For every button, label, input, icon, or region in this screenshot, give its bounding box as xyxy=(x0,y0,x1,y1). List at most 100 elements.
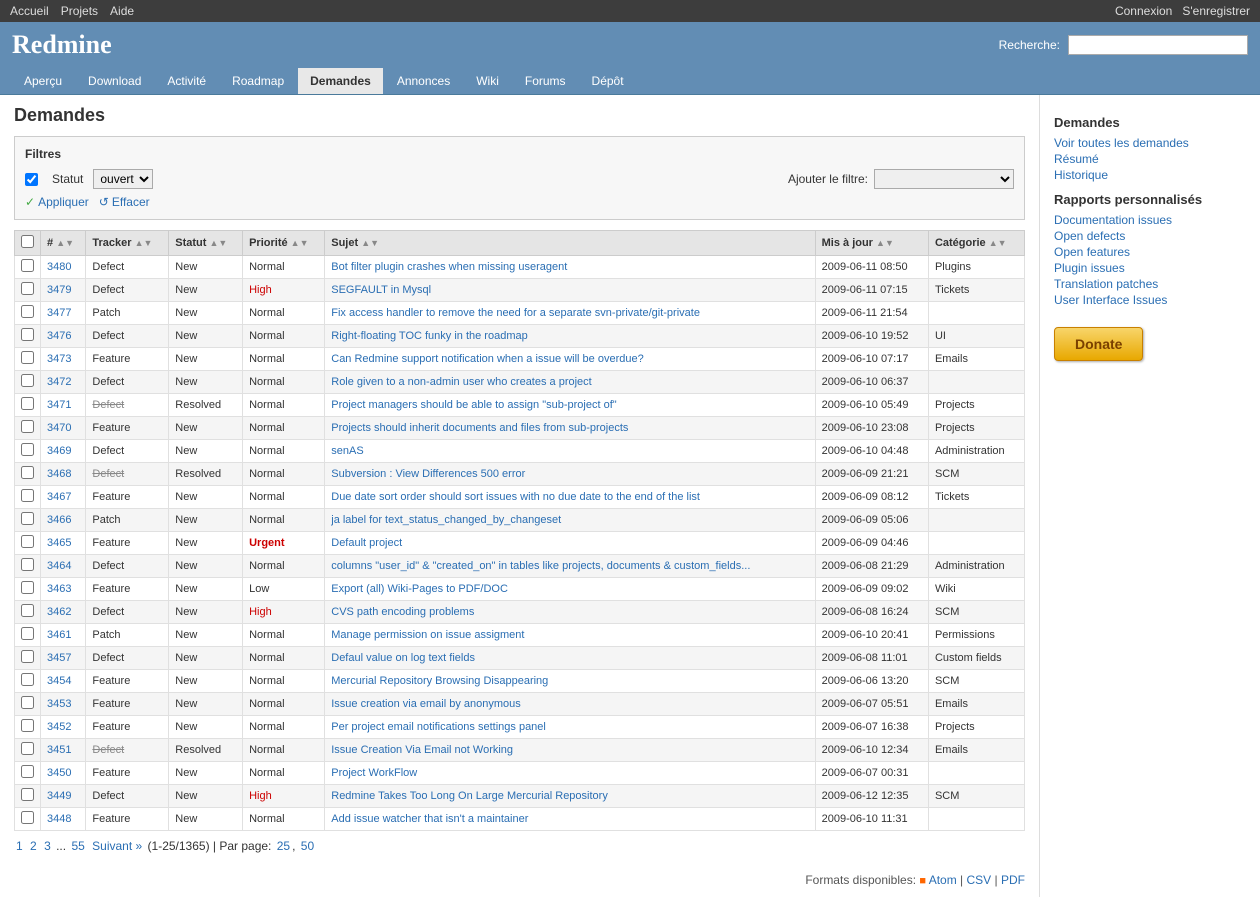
issue-subject-link[interactable]: Role given to a non-admin user who creat… xyxy=(331,376,591,388)
col-priorite[interactable]: Priorité ▲▼ xyxy=(243,231,325,256)
sidebar-historique[interactable]: Historique xyxy=(1054,168,1246,182)
issue-subject-link[interactable]: SEGFAULT in Mysql xyxy=(331,284,431,296)
issue-id-link[interactable]: 3477 xyxy=(47,307,71,319)
issue-subject-link[interactable]: Can Redmine support notification when a … xyxy=(331,353,643,365)
issue-subject-link[interactable]: Add issue watcher that isn't a maintaine… xyxy=(331,813,528,825)
issue-subject-link[interactable]: Issue Creation Via Email not Working xyxy=(331,744,513,756)
tab-forums[interactable]: Forums xyxy=(513,68,578,94)
issue-id-link[interactable]: 3466 xyxy=(47,514,71,526)
atom-link[interactable]: Atom xyxy=(929,873,957,887)
issue-id-link[interactable]: 3452 xyxy=(47,721,71,733)
row-checkbox[interactable] xyxy=(21,535,34,548)
tab-roadmap[interactable]: Roadmap xyxy=(220,68,296,94)
issue-subject-link[interactable]: Mercurial Repository Browsing Disappeari… xyxy=(331,675,548,687)
issue-subject-link[interactable]: Bot filter plugin crashes when missing u… xyxy=(331,261,567,273)
issue-id-link[interactable]: 3462 xyxy=(47,606,71,618)
row-checkbox[interactable] xyxy=(21,719,34,732)
issue-subject-link[interactable]: Fix access handler to remove the need fo… xyxy=(331,307,700,319)
issue-subject-link[interactable]: columns "user_id" & "created_on" in tabl… xyxy=(331,560,750,572)
col-sujet[interactable]: Sujet ▲▼ xyxy=(325,231,815,256)
tab-activite[interactable]: Activité xyxy=(155,68,218,94)
issue-subject-link[interactable]: Defaul value on log text fields xyxy=(331,652,475,664)
issue-id-link[interactable]: 3453 xyxy=(47,698,71,710)
sidebar-plugin-issues[interactable]: Plugin issues xyxy=(1054,261,1246,275)
pdf-link[interactable]: PDF xyxy=(1001,873,1025,887)
tab-annonces[interactable]: Annonces xyxy=(385,68,462,94)
issue-subject-link[interactable]: ja label for text_status_changed_by_chan… xyxy=(331,514,561,526)
tab-download[interactable]: Download xyxy=(76,68,153,94)
tab-depot[interactable]: Dépôt xyxy=(580,68,636,94)
page-1-link[interactable]: 1 xyxy=(16,839,23,853)
nav-aide[interactable]: Aide xyxy=(110,4,134,18)
statut-select[interactable]: ouvertfermétous xyxy=(93,169,153,189)
row-checkbox[interactable] xyxy=(21,604,34,617)
row-checkbox[interactable] xyxy=(21,627,34,640)
issue-id-link[interactable]: 3467 xyxy=(47,491,71,503)
col-check[interactable] xyxy=(15,231,41,256)
col-tracker[interactable]: Tracker ▲▼ xyxy=(86,231,169,256)
csv-link[interactable]: CSV xyxy=(967,873,992,887)
issue-id-link[interactable]: 3457 xyxy=(47,652,71,664)
issue-subject-link[interactable]: senAS xyxy=(331,445,363,457)
issue-id-link[interactable]: 3463 xyxy=(47,583,71,595)
nav-projets[interactable]: Projets xyxy=(61,4,98,18)
issue-id-link[interactable]: 3465 xyxy=(47,537,71,549)
issue-id-link[interactable]: 3451 xyxy=(47,744,71,756)
issue-subject-link[interactable]: CVS path encoding problems xyxy=(331,606,474,618)
row-checkbox[interactable] xyxy=(21,374,34,387)
issue-subject-link[interactable]: Export (all) Wiki-Pages to PDF/DOC xyxy=(331,583,508,595)
row-checkbox[interactable] xyxy=(21,742,34,755)
issue-id-link[interactable]: 3471 xyxy=(47,399,71,411)
col-id[interactable]: # ▲▼ xyxy=(41,231,86,256)
page-3-link[interactable]: 3 xyxy=(44,839,51,853)
row-checkbox[interactable] xyxy=(21,259,34,272)
issue-id-link[interactable]: 3454 xyxy=(47,675,71,687)
col-statut[interactable]: Statut ▲▼ xyxy=(169,231,243,256)
issue-subject-link[interactable]: Project WorkFlow xyxy=(331,767,417,779)
issue-id-link[interactable]: 3461 xyxy=(47,629,71,641)
issue-id-link[interactable]: 3476 xyxy=(47,330,71,342)
issue-id-link[interactable]: 3473 xyxy=(47,353,71,365)
row-checkbox[interactable] xyxy=(21,328,34,341)
sidebar-resume[interactable]: Résumé xyxy=(1054,152,1246,166)
row-checkbox[interactable] xyxy=(21,788,34,801)
check-all[interactable] xyxy=(21,235,34,248)
per-page-50[interactable]: 50 xyxy=(301,839,314,853)
row-checkbox[interactable] xyxy=(21,282,34,295)
sidebar-translation-patches[interactable]: Translation patches xyxy=(1054,277,1246,291)
nav-accueil[interactable]: Accueil xyxy=(10,4,49,18)
tab-apercu[interactable]: Aperçu xyxy=(12,68,74,94)
row-checkbox[interactable] xyxy=(21,811,34,824)
issue-subject-link[interactable]: Manage permission on issue assigment xyxy=(331,629,524,641)
row-checkbox[interactable] xyxy=(21,765,34,778)
clear-button[interactable]: ↺ Effacer xyxy=(99,195,150,209)
issue-subject-link[interactable]: Project managers should be able to assig… xyxy=(331,399,616,411)
add-filter-select[interactable]: Catégorie Tracker Priorité Assigné à xyxy=(874,169,1014,189)
issue-id-link[interactable]: 3449 xyxy=(47,790,71,802)
search-input[interactable] xyxy=(1068,35,1248,55)
col-categorie[interactable]: Catégorie ▲▼ xyxy=(928,231,1024,256)
issue-id-link[interactable]: 3470 xyxy=(47,422,71,434)
page-2-link[interactable]: 2 xyxy=(30,839,37,853)
per-page-25[interactable]: 25 xyxy=(277,839,290,853)
row-checkbox[interactable] xyxy=(21,581,34,594)
issue-subject-link[interactable]: Subversion : View Differences 500 error xyxy=(331,468,525,480)
issue-id-link[interactable]: 3479 xyxy=(47,284,71,296)
row-checkbox[interactable] xyxy=(21,650,34,663)
row-checkbox[interactable] xyxy=(21,512,34,525)
statut-checkbox[interactable] xyxy=(25,173,38,186)
row-checkbox[interactable] xyxy=(21,443,34,456)
sidebar-open-defects[interactable]: Open defects xyxy=(1054,229,1246,243)
issue-id-link[interactable]: 3448 xyxy=(47,813,71,825)
sidebar-doc-issues[interactable]: Documentation issues xyxy=(1054,213,1246,227)
issue-id-link[interactable]: 3472 xyxy=(47,376,71,388)
issue-id-link[interactable]: 3480 xyxy=(47,261,71,273)
issue-subject-link[interactable]: Redmine Takes Too Long On Large Mercuria… xyxy=(331,790,608,802)
issue-id-link[interactable]: 3468 xyxy=(47,468,71,480)
row-checkbox[interactable] xyxy=(21,351,34,364)
issue-id-link[interactable]: 3450 xyxy=(47,767,71,779)
issue-subject-link[interactable]: Right-floating TOC funky in the roadmap xyxy=(331,330,527,342)
tab-wiki[interactable]: Wiki xyxy=(464,68,511,94)
sidebar-open-features[interactable]: Open features xyxy=(1054,245,1246,259)
issue-subject-link[interactable]: Issue creation via email by anonymous xyxy=(331,698,521,710)
